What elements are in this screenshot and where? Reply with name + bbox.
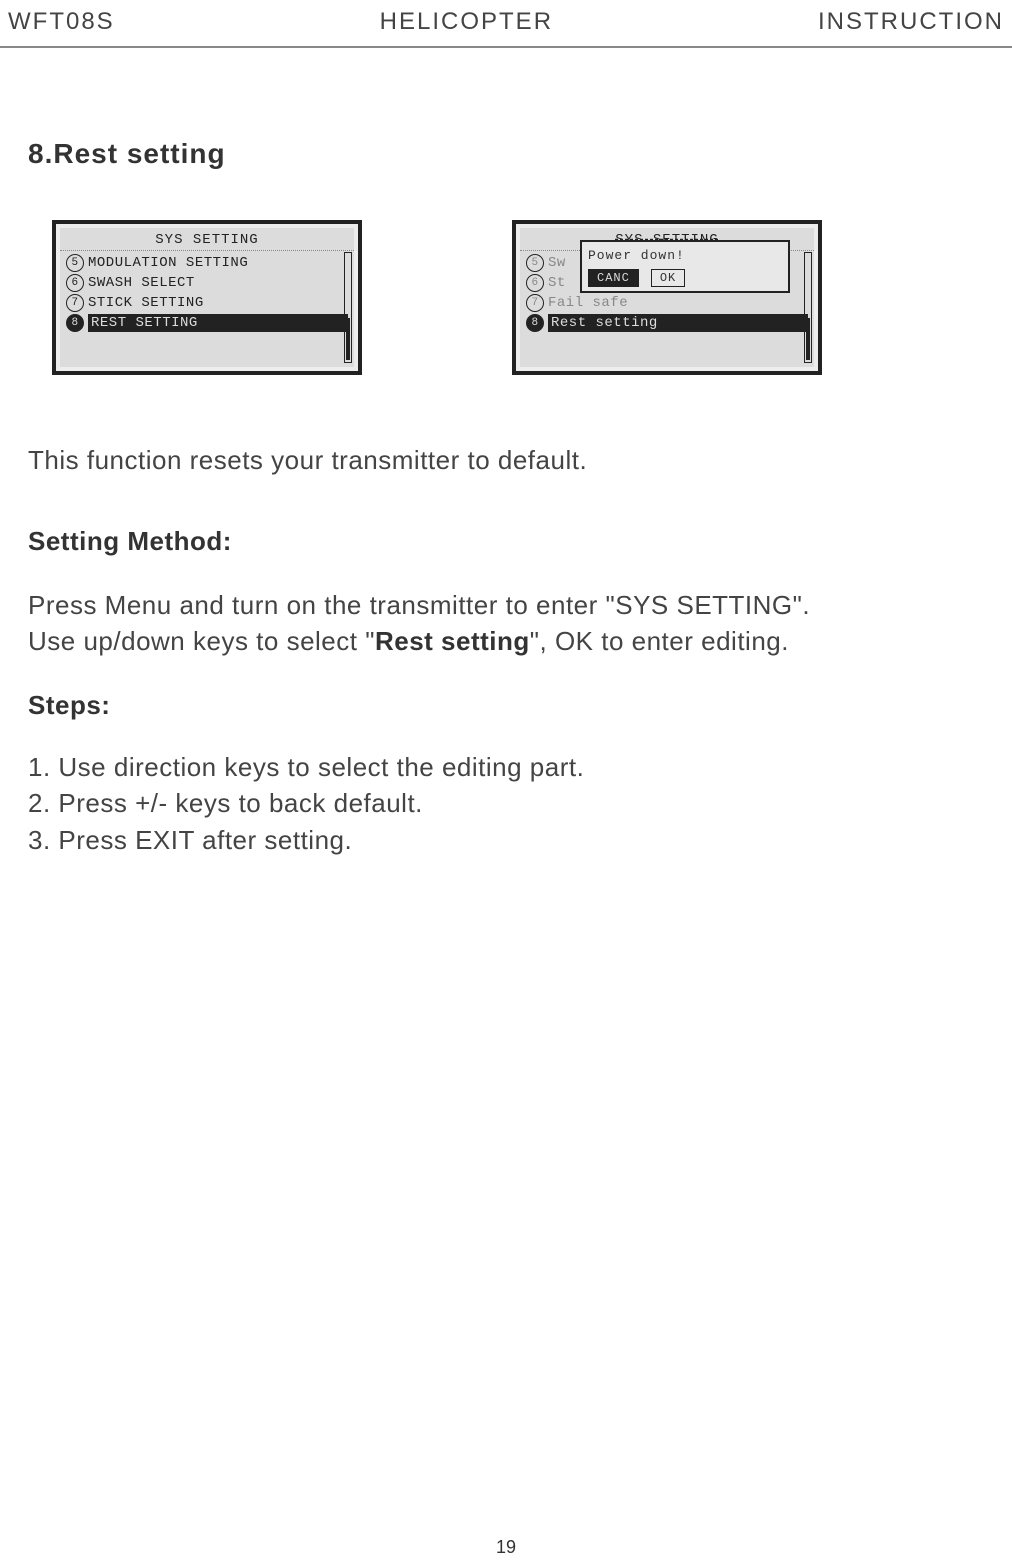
- lcd-screen-1: SYS SETTING 5 MODULATION SETTING 6 SWASH…: [52, 220, 362, 375]
- screenshots-row: SYS SETTING 5 MODULATION SETTING 6 SWASH…: [52, 220, 984, 375]
- step-1: 1. Use direction keys to select the edit…: [28, 749, 984, 785]
- steps-list: 1. Use direction keys to select the edit…: [28, 749, 984, 858]
- lcd1-item-7: 7 STICK SETTING: [66, 293, 348, 313]
- lcd2-item-7-text: Fail safe: [548, 295, 808, 311]
- lcd1-item-7-text: STICK SETTING: [88, 295, 348, 311]
- lcd1-item-7-num: 7: [66, 294, 84, 312]
- lcd2-scrollbar: [804, 252, 812, 363]
- lcd2-item-7: 7 Fail safe: [526, 293, 808, 313]
- lcd1-item-8-num: 8: [66, 314, 84, 332]
- method-text-bold: Rest setting: [375, 626, 530, 656]
- header-left: WFT08S: [8, 8, 115, 36]
- method-title: Setting Method:: [28, 526, 984, 557]
- method-text-1: Press Menu and turn on the transmitter t…: [28, 590, 810, 620]
- lcd1-scroll-thumb: [346, 318, 350, 359]
- step-3: 3. Press EXIT after setting.: [28, 822, 984, 858]
- lcd1-item-5-num: 5: [66, 254, 84, 272]
- lcd2-dialog-btn-canc: CANC: [588, 269, 639, 287]
- lcd2-dialog: Power down! CANC OK: [580, 240, 790, 293]
- lcd1-item-8: 8 REST SETTING: [66, 313, 348, 333]
- step-2: 2. Press +/- keys to back default.: [28, 785, 984, 821]
- page-number: 19: [496, 1537, 516, 1558]
- lcd2-scroll-thumb: [806, 318, 810, 359]
- lcd1-item-8-text: REST SETTING: [88, 314, 348, 332]
- lcd2-item-8: 8 Rest setting: [526, 313, 808, 333]
- lcd1-item-5-text: MODULATION SETTING: [88, 255, 348, 271]
- header-center: HELICOPTER: [380, 8, 553, 36]
- header-right: INSTRUCTION: [818, 8, 1004, 36]
- page-content: 8.Rest setting SYS SETTING 5 MODULATION …: [0, 48, 1012, 878]
- lcd2-item-7-num: 7: [526, 294, 544, 312]
- lcd1-items: 5 MODULATION SETTING 6 SWASH SELECT 7 ST…: [60, 251, 354, 335]
- method-text: Press Menu and turn on the transmitter t…: [28, 587, 984, 660]
- lcd1-scrollbar: [344, 252, 352, 363]
- lcd2-item-6-num: 6: [526, 274, 544, 292]
- lcd-inner-2: SYS SETTING 5 Sw 6 St 7 Fail safe: [520, 228, 814, 367]
- page-header: WFT08S HELICOPTER INSTRUCTION: [0, 0, 1012, 48]
- steps-title: Steps:: [28, 690, 984, 721]
- lcd2-dialog-btn-ok: OK: [651, 269, 685, 287]
- lcd1-title: SYS SETTING: [60, 228, 354, 251]
- lcd1-item-6-text: SWASH SELECT: [88, 275, 348, 291]
- lcd2-item-8-num: 8: [526, 314, 544, 332]
- lcd2-dialog-text: Power down!: [588, 246, 782, 269]
- lcd1-item-5: 5 MODULATION SETTING: [66, 253, 348, 273]
- lcd-screen-2: SYS SETTING 5 Sw 6 St 7 Fail safe: [512, 220, 822, 375]
- section-title: 8.Rest setting: [28, 138, 984, 170]
- method-text-2b: ", OK to enter editing.: [530, 626, 789, 656]
- lcd2-item-8-text: Rest setting: [548, 314, 808, 332]
- description-text: This function resets your transmitter to…: [28, 445, 984, 476]
- lcd1-item-6: 6 SWASH SELECT: [66, 273, 348, 293]
- lcd2-item-5-num: 5: [526, 254, 544, 272]
- method-text-2a: Use up/down keys to select ": [28, 626, 375, 656]
- lcd-inner-1: SYS SETTING 5 MODULATION SETTING 6 SWASH…: [60, 228, 354, 367]
- lcd1-item-6-num: 6: [66, 274, 84, 292]
- lcd2-dialog-buttons: CANC OK: [588, 269, 782, 287]
